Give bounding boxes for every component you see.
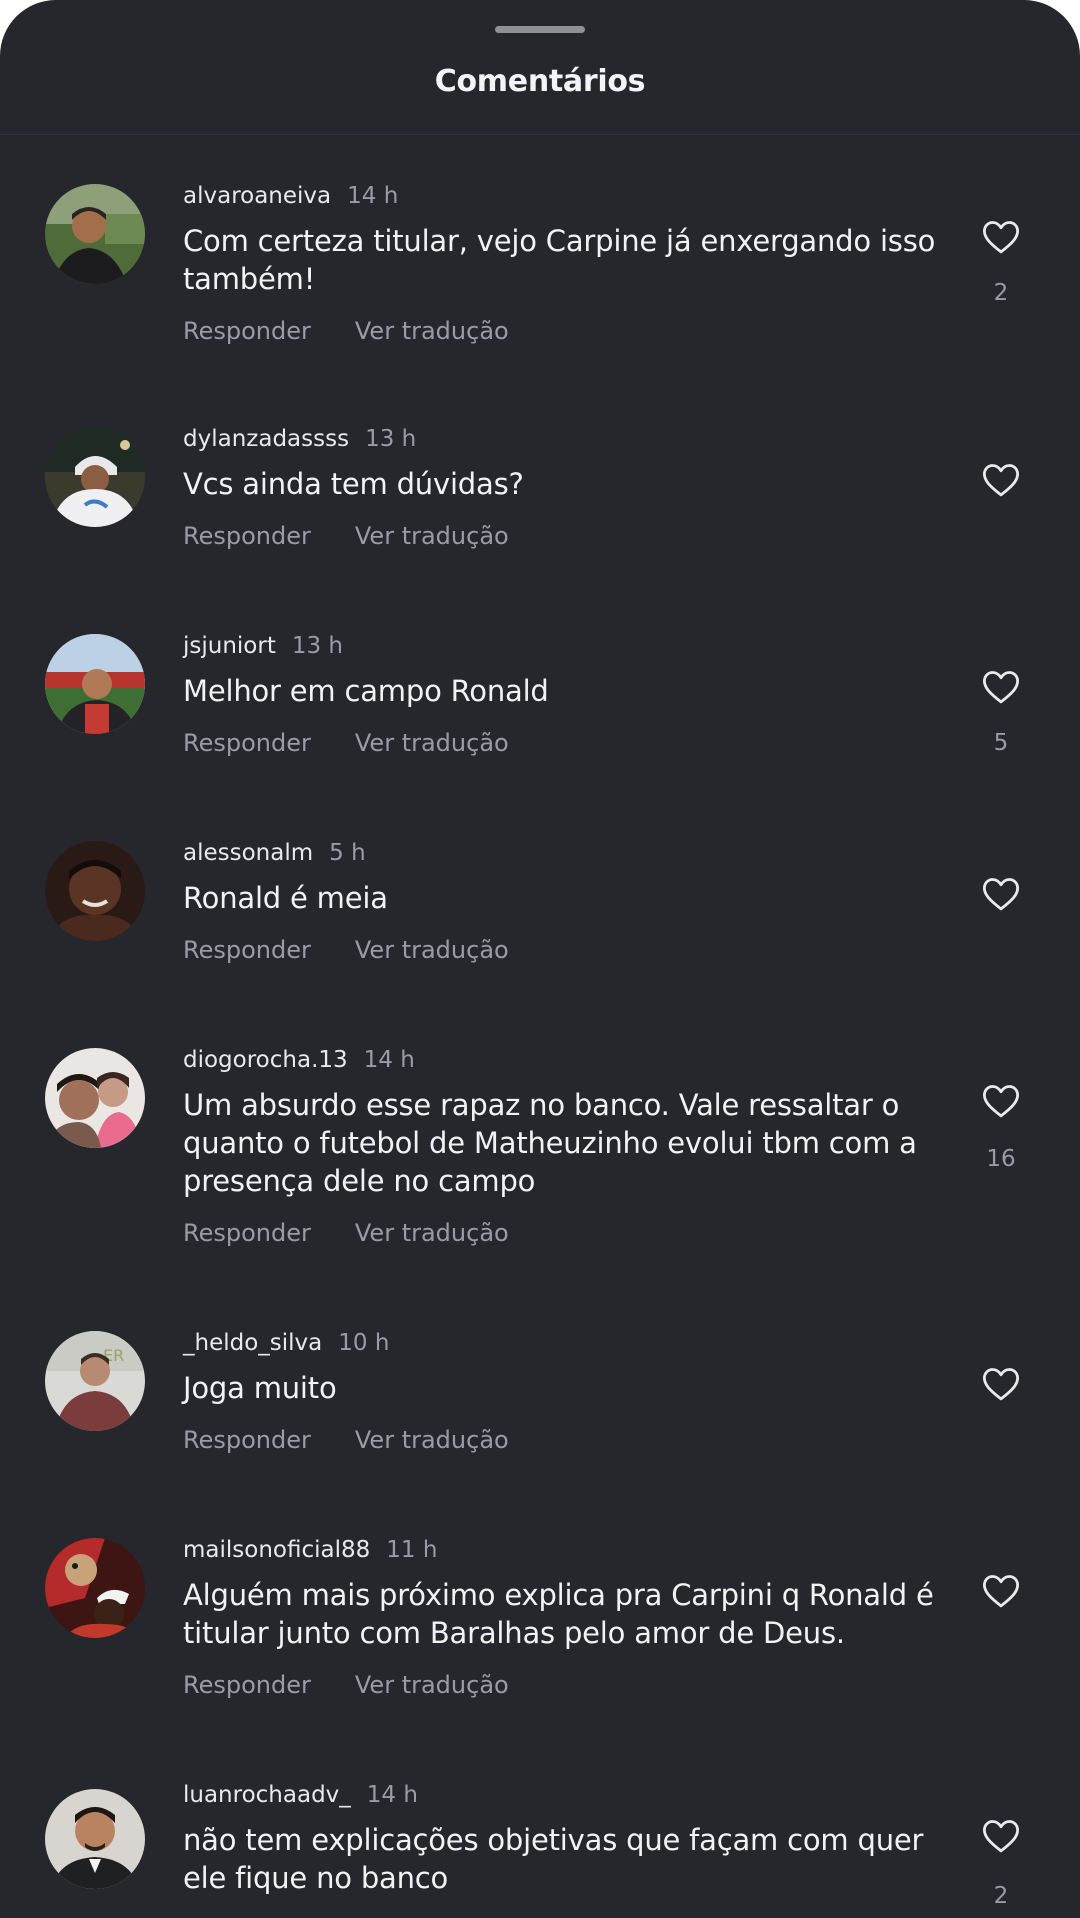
translate-button[interactable]: Ver tradução (355, 522, 509, 550)
timestamp: 14 h (363, 1047, 415, 1073)
timestamp: 13 h (365, 426, 417, 452)
avatar[interactable] (45, 1789, 145, 1889)
comment-text: Um absurdo esse rapaz no banco. Vale res… (183, 1088, 917, 1198)
username[interactable]: mailsonoficial88 (183, 1537, 370, 1563)
comment-meta: dylanzadassss 13 h (183, 423, 416, 455)
comment-text: Vcs ainda tem dúvidas? (183, 467, 524, 501)
comment-text: Melhor em campo Ronald (183, 674, 549, 708)
avatar[interactable]: ER (45, 1331, 145, 1431)
comment-actions: Responder Ver tradução (183, 519, 509, 553)
translate-button[interactable]: Ver tradução (355, 729, 509, 757)
comments-sheet: Comentários alvaroaneiva 14 h Com certeza… (0, 0, 1080, 1918)
avatar[interactable] (45, 427, 145, 527)
comment-meta: diogorocha.13 14 h (183, 1044, 415, 1076)
timestamp: 5 h (329, 840, 366, 866)
translate-button[interactable]: Ver tradução (355, 1426, 509, 1454)
like-count: 16 (986, 1146, 1016, 1172)
translate-button[interactable]: Ver tradução (355, 1671, 509, 1699)
reply-button[interactable]: Responder (183, 936, 311, 964)
comment-actions: Responder Ver tradução (183, 314, 509, 348)
header-divider (0, 134, 1080, 135)
comment-meta: mailsonoficial88 11 h (183, 1534, 437, 1566)
username[interactable]: _heldo_silva (183, 1330, 322, 1356)
comment-actions: Responder Ver tradução (183, 1216, 509, 1250)
comment-text: Joga muito (183, 1371, 337, 1405)
comment-actions: Responder Ver tradução (183, 1423, 509, 1457)
like-count: 5 (993, 730, 1009, 756)
heart-outline-icon[interactable] (978, 459, 1024, 501)
heart-outline-icon[interactable] (978, 666, 1024, 708)
heart-outline-icon[interactable] (978, 1080, 1024, 1122)
comment-meta: alvaroaneiva 14 h (183, 180, 398, 212)
avatar[interactable] (45, 184, 145, 284)
username[interactable]: alessonalm (183, 840, 313, 866)
comment-meta: jsjuniort 13 h (183, 630, 343, 662)
heart-outline-icon[interactable] (978, 1570, 1024, 1612)
heart-outline-icon[interactable] (978, 216, 1024, 258)
comment-text: Ronald é meia (183, 881, 388, 915)
reply-button[interactable]: Responder (183, 317, 311, 345)
avatar[interactable] (45, 1048, 145, 1148)
like-count: 2 (993, 1883, 1009, 1909)
comment-meta: alessonalm 5 h (183, 837, 366, 869)
heart-outline-icon[interactable] (978, 1815, 1024, 1857)
comment-meta: _heldo_silva 10 h (183, 1327, 389, 1359)
drag-handle[interactable] (495, 26, 585, 33)
username[interactable]: luanrochaadv_ (183, 1782, 351, 1808)
avatar[interactable] (45, 634, 145, 734)
timestamp: 14 h (366, 1782, 418, 1808)
username[interactable]: jsjuniort (183, 633, 276, 659)
avatar[interactable] (45, 1538, 145, 1638)
sheet-title: Comentários (434, 64, 646, 99)
comment-text: Com certeza titular, vejo Carpine já enx… (183, 224, 936, 296)
timestamp: 10 h (338, 1330, 390, 1356)
avatar[interactable] (45, 841, 145, 941)
reply-button[interactable]: Responder (183, 1426, 311, 1454)
timestamp: 14 h (347, 183, 399, 209)
timestamp: 13 h (291, 633, 344, 659)
comment-actions: Responder Ver tradução (183, 726, 509, 760)
username[interactable]: diogorocha.13 (183, 1047, 348, 1073)
comment-meta: luanrochaadv_ 14 h (183, 1779, 418, 1811)
translate-button[interactable]: Ver tradução (355, 317, 509, 345)
reply-button[interactable]: Responder (183, 522, 311, 550)
heart-outline-icon[interactable] (978, 873, 1024, 915)
translate-button[interactable]: Ver tradução (355, 936, 509, 964)
heart-outline-icon[interactable] (978, 1363, 1024, 1405)
timestamp: 11 h (386, 1537, 438, 1563)
like-count: 2 (993, 280, 1009, 306)
comment-actions: Responder Ver tradução (183, 1668, 509, 1702)
reply-button[interactable]: Responder (183, 1671, 311, 1699)
comment-text: não tem explicações objetivas que façam … (183, 1823, 924, 1895)
reply-button[interactable]: Responder (183, 1219, 311, 1247)
reply-button[interactable]: Responder (183, 729, 311, 757)
translate-button[interactable]: Ver tradução (355, 1219, 509, 1247)
username[interactable]: dylanzadassss (183, 426, 349, 452)
comment-text: Alguém mais próximo explica pra Carpini … (183, 1578, 934, 1650)
username[interactable]: alvaroaneiva (183, 183, 331, 209)
comment-actions: Responder Ver tradução (183, 933, 509, 967)
